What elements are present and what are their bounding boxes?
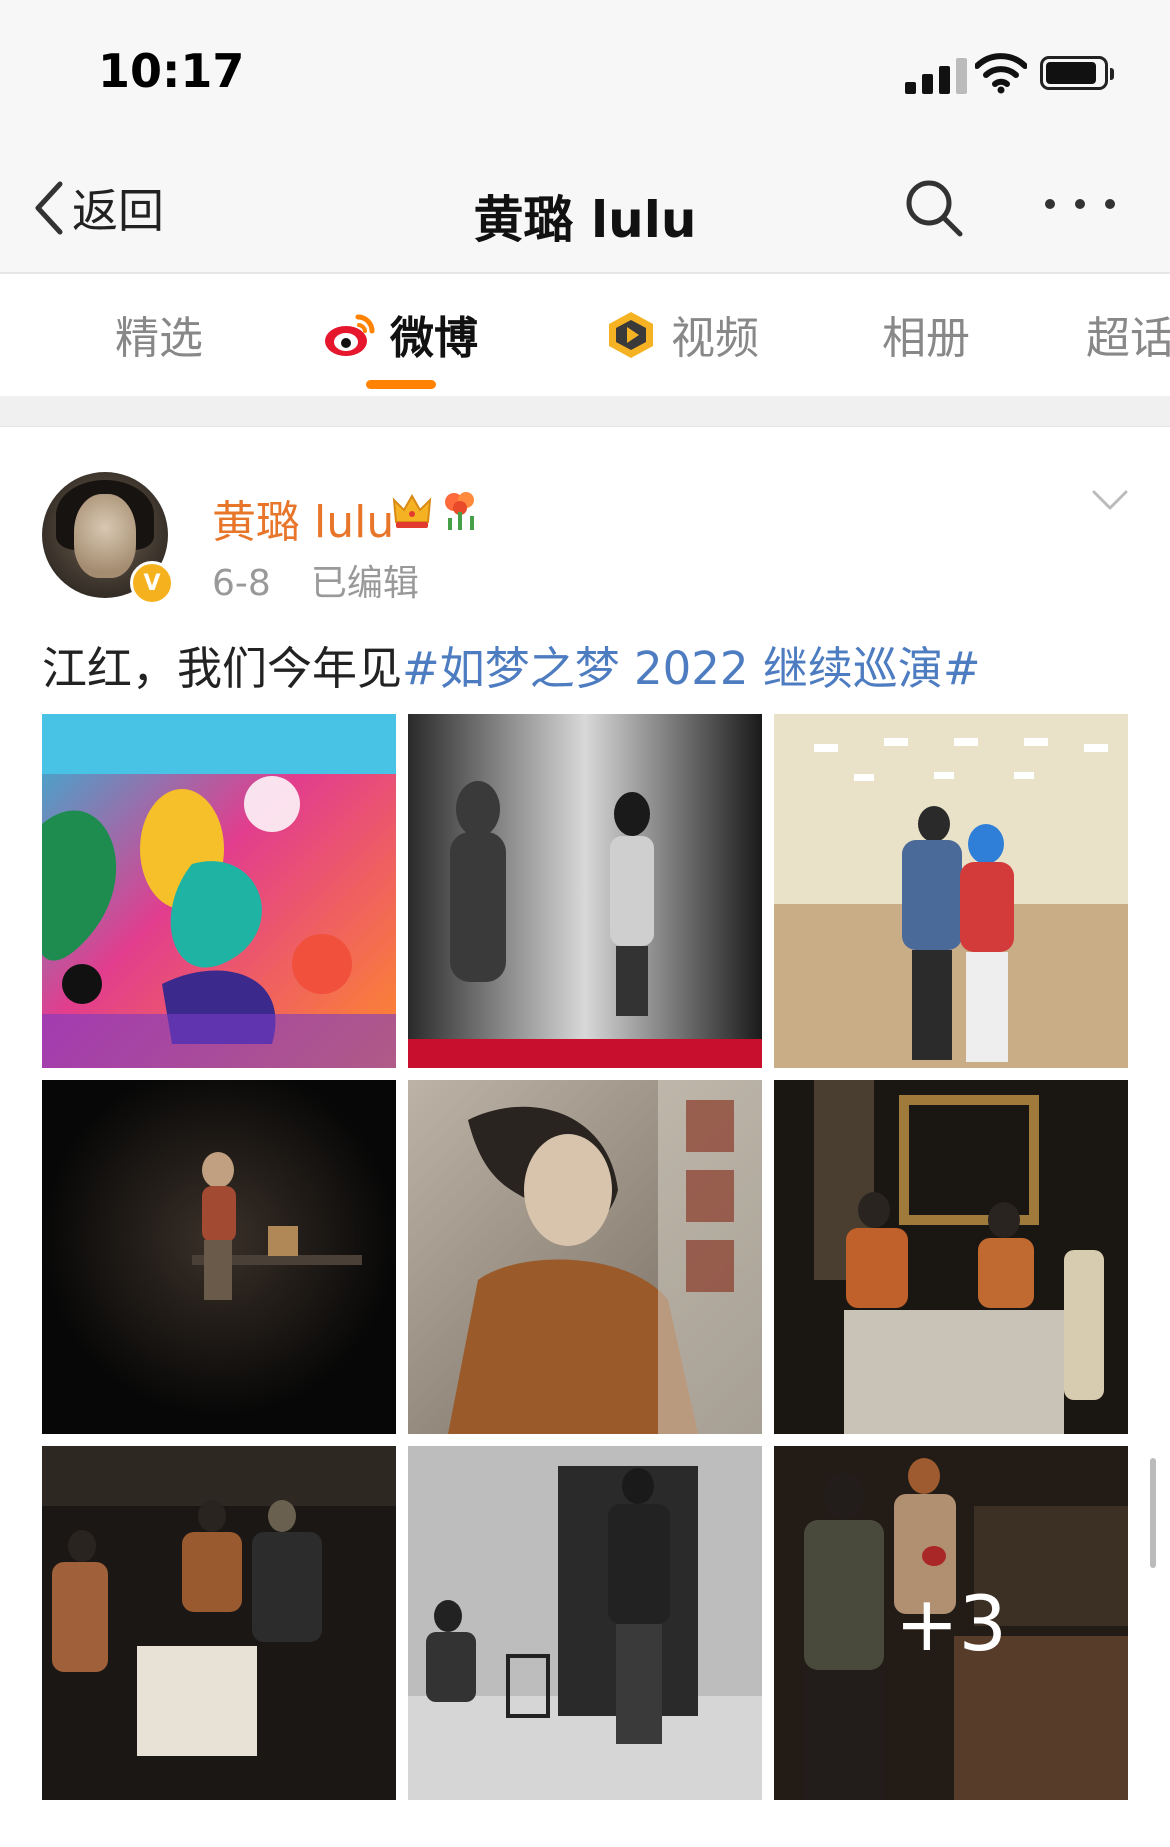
more-photos-count: +3 bbox=[774, 1446, 1128, 1800]
photo-thumbnail[interactable] bbox=[408, 1080, 762, 1434]
stage-group-photo bbox=[42, 1446, 396, 1800]
tab-supertopic[interactable]: 超话 bbox=[1086, 304, 1170, 364]
photo-thumbnail[interactable] bbox=[42, 714, 396, 1068]
photo-thumbnail[interactable] bbox=[408, 1446, 762, 1800]
fan-badge-icon bbox=[445, 492, 474, 530]
chevron-down-icon[interactable] bbox=[1090, 486, 1130, 514]
back-label: 返回 bbox=[72, 184, 164, 238]
photo-thumbnail[interactable] bbox=[42, 1446, 396, 1800]
back-button[interactable]: 返回 bbox=[30, 178, 164, 238]
colorful-poster-photo bbox=[42, 714, 396, 1068]
weibo-icon bbox=[325, 314, 375, 356]
photo-grid: +3 bbox=[42, 714, 1128, 1800]
tab-album[interactable]: 相册 bbox=[882, 304, 970, 364]
status-time: 10:17 bbox=[98, 44, 245, 98]
post-meta: 6-8 已编辑 bbox=[212, 554, 419, 606]
tab-video[interactable]: 视频 bbox=[603, 304, 759, 364]
photo-thumbnail[interactable] bbox=[774, 714, 1128, 1068]
post-date: 6-8 bbox=[212, 563, 271, 604]
more-icon[interactable] bbox=[1040, 184, 1120, 224]
hashtag-link[interactable]: #如梦之梦 2022 继续巡演# bbox=[402, 642, 981, 695]
post-body: 江红，我们今年见 bbox=[42, 642, 403, 695]
shadow-poster-photo bbox=[408, 714, 762, 1068]
stage-dinner-photo bbox=[774, 1080, 1128, 1434]
tab-weibo[interactable]: 微博 bbox=[322, 304, 478, 364]
signal-icon bbox=[905, 58, 985, 94]
photo-thumbnail[interactable] bbox=[42, 1080, 396, 1434]
rehearsal-hall-photo bbox=[774, 714, 1128, 1068]
tab-label: 视频 bbox=[671, 313, 759, 364]
section-divider bbox=[0, 396, 1170, 427]
page-title: 黄璐 lulu bbox=[473, 191, 697, 249]
post-text: 江红，我们今年见#如梦之梦 2022 继续巡演# bbox=[42, 632, 981, 697]
photo-thumbnail[interactable]: +3 bbox=[774, 1446, 1128, 1800]
portrait-poster-photo bbox=[408, 1080, 762, 1434]
tab-featured[interactable]: 精选 bbox=[115, 304, 203, 364]
bw-rehearsal-photo bbox=[408, 1446, 762, 1800]
chevron-left-icon bbox=[35, 181, 63, 235]
tab-label: 精选 bbox=[115, 313, 203, 364]
username[interactable]: 黄璐 lulu bbox=[212, 486, 394, 550]
photo-thumbnail[interactable] bbox=[408, 714, 762, 1068]
tab-label: 超话 bbox=[1086, 313, 1170, 364]
tab-label: 相册 bbox=[882, 313, 970, 364]
edited-label: 已编辑 bbox=[310, 563, 419, 604]
stage-spotlight-photo bbox=[42, 1080, 396, 1434]
video-icon bbox=[609, 312, 653, 358]
scrollbar[interactable] bbox=[1150, 1458, 1156, 1568]
nav-bar: 返回 黄璐 lulu bbox=[0, 140, 1170, 274]
status-bar: 10:17 bbox=[0, 0, 1170, 140]
wifi-icon bbox=[975, 53, 1027, 94]
crown-icon bbox=[392, 493, 432, 528]
search-icon[interactable] bbox=[902, 176, 966, 240]
verified-badge: V bbox=[130, 561, 174, 605]
battery-icon bbox=[1040, 56, 1114, 90]
profile-tabs: 精选 微博 视频 相册 超话 bbox=[0, 274, 1170, 396]
tab-label: 微博 bbox=[390, 313, 478, 364]
photo-thumbnail[interactable] bbox=[774, 1080, 1128, 1434]
active-tab-indicator bbox=[366, 380, 436, 389]
